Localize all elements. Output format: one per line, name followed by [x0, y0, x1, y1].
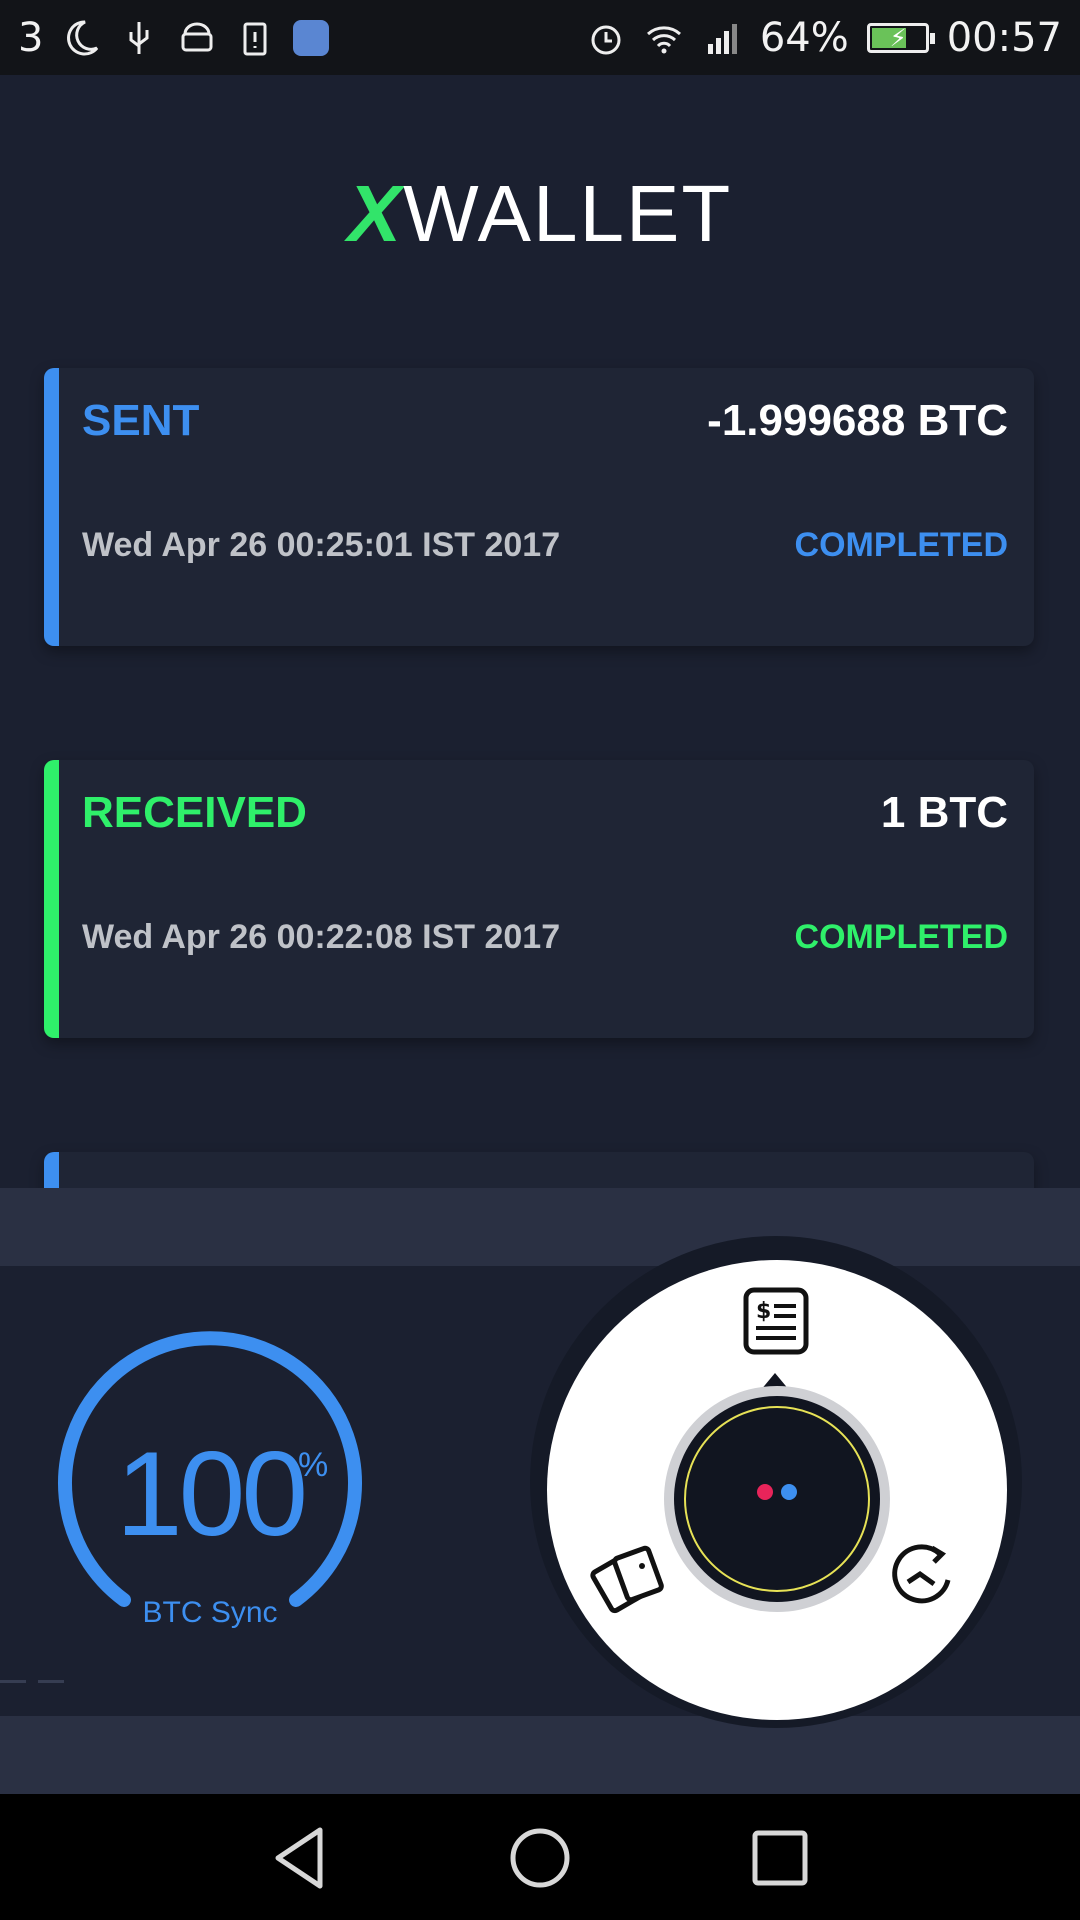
sync-label: BTC Sync — [142, 1596, 278, 1629]
divider-dash — [38, 1680, 64, 1683]
transaction-type: RECEIVED — [82, 788, 307, 837]
transaction-date: Wed Apr 26 00:25:01 IST 2017 — [82, 526, 561, 564]
usb-icon — [129, 21, 149, 54]
transaction-card[interactable]: SENT -0.0001135 BTC — [44, 1152, 1034, 1188]
transaction-card[interactable]: RECEIVED 1 BTC Wed Apr 26 00:22:08 IST 2… — [44, 760, 1034, 1038]
transaction-status: COMPLETED — [794, 526, 1008, 564]
transaction-list[interactable]: SENT -1.999688 BTC Wed Apr 26 00:25:01 I… — [0, 300, 1080, 1188]
transaction-amount: -1.999688 BTC — [707, 396, 1008, 445]
sync-percentage-value: 100 — [115, 1427, 308, 1561]
battery-alert-icon — [243, 22, 267, 55]
cards-icon[interactable] — [590, 1540, 672, 1618]
history-icon[interactable] — [888, 1540, 958, 1610]
signal-icon — [707, 23, 737, 54]
card-accent-bar — [44, 368, 59, 646]
alarm-icon — [591, 25, 621, 54]
knob-dot-blue — [781, 1484, 797, 1500]
home-icon[interactable] — [504, 1822, 576, 1894]
wifi-tile-icon — [293, 19, 330, 56]
sync-percentage-unit: % — [298, 1446, 329, 1484]
transaction-type: SENT — [82, 396, 200, 445]
card-accent-bar — [44, 1152, 59, 1188]
notification-count: 3 — [18, 14, 44, 61]
transaction-type: SENT — [82, 1180, 199, 1188]
battery-icon: ⚡ — [866, 22, 935, 53]
transaction-amount: -0.0001135 BTC — [685, 1180, 1008, 1188]
status-bar: 3 64% ⚡ 00:57 — [0, 0, 1080, 75]
divider-dash — [0, 1680, 26, 1683]
app-logo: XWALLET — [0, 168, 1080, 260]
battery-percentage: 64% — [759, 14, 849, 61]
svg-text:$: $ — [756, 1299, 771, 1324]
android-icon — [181, 22, 213, 51]
knob-dot-red — [757, 1484, 773, 1500]
transactions-icon[interactable]: $ — [740, 1286, 812, 1358]
logo-text: WALLET — [403, 169, 733, 258]
recents-icon[interactable] — [744, 1822, 816, 1894]
transaction-card[interactable]: SENT -1.999688 BTC Wed Apr 26 00:25:01 I… — [44, 368, 1034, 646]
transaction-amount: 1 BTC — [880, 788, 1008, 837]
panel-top-band — [0, 1188, 1080, 1266]
transaction-status: COMPLETED — [794, 918, 1008, 956]
back-icon[interactable] — [264, 1822, 336, 1894]
wifi-icon — [646, 25, 681, 53]
card-accent-bar — [44, 760, 59, 1038]
clock: 00:57 — [946, 14, 1062, 61]
moon-icon — [67, 19, 99, 55]
knob-ring — [684, 1406, 870, 1592]
transaction-date: Wed Apr 26 00:22:08 IST 2017 — [82, 918, 561, 956]
panel-bottom-band — [0, 1716, 1080, 1794]
logo-x: X — [347, 169, 404, 258]
